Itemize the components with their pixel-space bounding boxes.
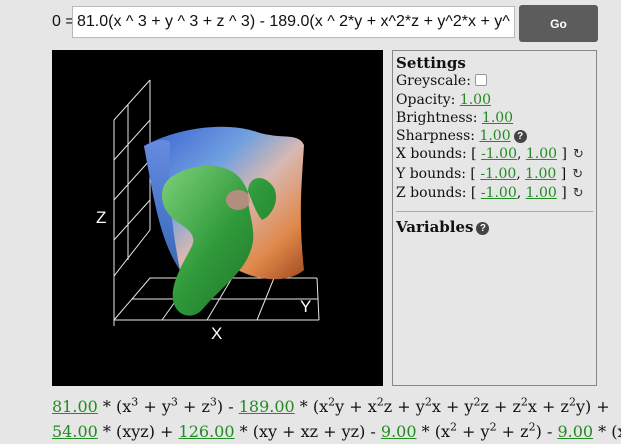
bracket: ] xyxy=(561,146,567,163)
variables-label: Variables xyxy=(396,218,474,237)
reset-x-icon[interactable]: ↻ xyxy=(573,147,584,162)
divider xyxy=(396,211,593,213)
sharpness-row: Sharpness: 1.00? xyxy=(396,127,593,145)
bracket: ] xyxy=(560,165,567,182)
settings-title: Settings xyxy=(396,54,466,72)
axis-label-z: Z xyxy=(96,208,106,227)
greyscale-row: Greyscale: xyxy=(396,72,593,90)
settings-panel: Settings Greyscale: Opacity: 1.00 Bright… xyxy=(392,50,597,386)
equation-input[interactable] xyxy=(72,6,515,38)
y-min-link[interactable]: -1.00 xyxy=(480,166,516,182)
z-bounds-label: Z bounds: [ xyxy=(396,185,477,202)
sharpness-value-link[interactable]: 1.00 xyxy=(479,128,510,144)
coef-link[interactable]: 126.00 xyxy=(179,422,235,441)
z-min-link[interactable]: -1.00 xyxy=(481,185,517,201)
brightness-value-link[interactable]: 1.00 xyxy=(482,110,513,126)
x-max-link[interactable]: 1.00 xyxy=(526,146,557,162)
y-bounds-label: Y bounds: [ xyxy=(396,165,476,182)
coef-link[interactable]: 9.00 xyxy=(557,422,593,441)
expanded-formula: 81.00 * (x3 + y3 + z3) - 189.00 * (x2y +… xyxy=(52,394,621,444)
comma: , xyxy=(516,185,522,202)
formula-line-1: 81.00 * (x3 + y3 + z3) - 189.00 * (x2y +… xyxy=(52,395,610,416)
go-button[interactable]: Go xyxy=(519,5,598,42)
help-icon[interactable]: ? xyxy=(513,130,527,144)
z-bounds-row: Z bounds: [ -1.00, 1.00 ] ↻ xyxy=(396,184,593,203)
x-bounds-row: X bounds: [ -1.00, 1.00 ] ↻ xyxy=(396,145,593,164)
x-bounds-label: X bounds: [ xyxy=(396,146,477,163)
coef-link[interactable]: 9.00 xyxy=(381,422,417,441)
coef-link[interactable]: 81.00 xyxy=(52,397,98,416)
brightness-row: Brightness: 1.00 xyxy=(396,109,593,127)
y-max-link[interactable]: 1.00 xyxy=(525,166,556,182)
variables-help-icon[interactable]: ? xyxy=(476,222,490,236)
greyscale-checkbox[interactable] xyxy=(474,74,487,87)
coef-link[interactable]: 189.00 xyxy=(239,397,295,416)
y-bounds-row: Y bounds: [ -1.00, 1.00 ] ↻ xyxy=(396,165,593,184)
comma: , xyxy=(516,146,522,163)
opacity-row: Opacity: 1.00 xyxy=(396,91,593,109)
surface-render: Z X Y xyxy=(96,79,320,343)
opacity-value-link[interactable]: 1.00 xyxy=(460,92,491,108)
brightness-label: Brightness: xyxy=(396,109,478,126)
reset-z-icon[interactable]: ↻ xyxy=(573,186,584,201)
opacity-label: Opacity: xyxy=(396,91,456,108)
variables-title: Variables? xyxy=(396,218,593,236)
bracket: ] xyxy=(561,185,567,202)
comma: , xyxy=(516,165,521,182)
coef-link[interactable]: 54.00 xyxy=(52,422,98,441)
axis-label-y: Y xyxy=(300,297,311,316)
sharpness-label: Sharpness: xyxy=(396,128,475,145)
z-max-link[interactable]: 1.00 xyxy=(526,185,557,201)
reset-y-icon[interactable]: ↻ xyxy=(572,167,583,182)
greyscale-label: Greyscale: xyxy=(396,73,471,90)
equation-bar: 0 = Go xyxy=(0,0,621,46)
axis-label-x: X xyxy=(211,324,222,343)
x-min-link[interactable]: -1.00 xyxy=(481,146,517,162)
render-canvas[interactable]: Z X Y xyxy=(52,50,383,386)
formula-line-2: 54.00 * (xyz) + 126.00 * (xy + xz + yz) … xyxy=(52,420,621,441)
